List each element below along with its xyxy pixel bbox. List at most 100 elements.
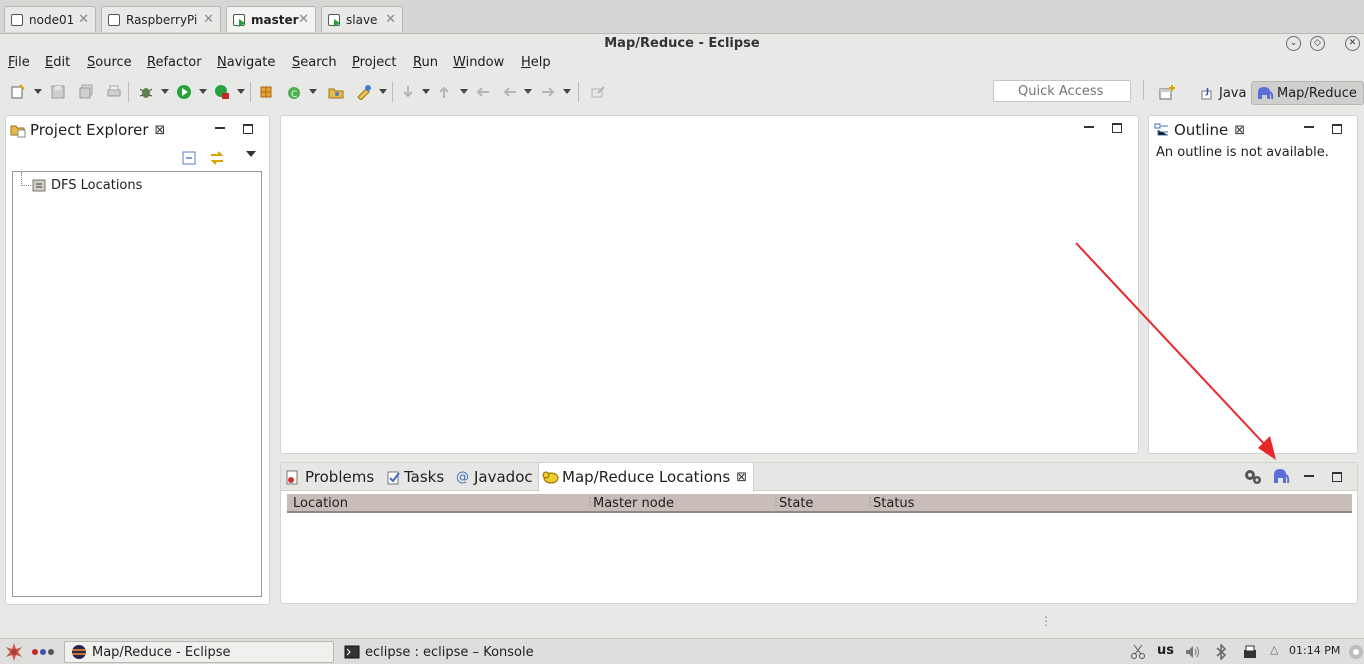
app-launcher-icon[interactable] bbox=[4, 642, 24, 662]
close-icon[interactable]: ⊠ bbox=[155, 123, 166, 138]
open-type-icon[interactable] bbox=[328, 84, 344, 100]
close-icon[interactable]: ✕ bbox=[298, 12, 309, 27]
menu-navigate[interactable]: Navigate bbox=[217, 55, 275, 70]
minimize-window-button[interactable]: ⌄ bbox=[1286, 36, 1301, 51]
keyboard-layout-indicator[interactable]: us bbox=[1157, 643, 1174, 658]
new-class-dropdown-icon[interactable] bbox=[309, 89, 317, 94]
quick-access-input[interactable] bbox=[993, 80, 1131, 102]
close-icon[interactable]: ✕ bbox=[385, 12, 396, 27]
outline-icon bbox=[1154, 123, 1168, 135]
run-icon[interactable] bbox=[176, 84, 192, 100]
menu-search[interactable]: Search bbox=[292, 55, 337, 70]
tab-problems[interactable]: Problems bbox=[285, 464, 374, 490]
menu-project[interactable]: Project bbox=[352, 55, 397, 70]
open-task-icon[interactable] bbox=[356, 84, 372, 100]
next-annotation-dropdown-icon[interactable] bbox=[422, 89, 430, 94]
column-header-location[interactable]: Location bbox=[293, 495, 348, 512]
tree-item-dfs-locations[interactable]: DFS Locations bbox=[31, 177, 142, 193]
run-dropdown-icon[interactable] bbox=[199, 89, 207, 94]
open-perspective-icon[interactable] bbox=[1159, 85, 1175, 101]
open-task-dropdown-icon[interactable] bbox=[379, 89, 387, 94]
tray-expand-icon[interactable]: △ bbox=[1270, 643, 1278, 656]
maximize-icon[interactable] bbox=[1332, 472, 1342, 482]
toolbar-separator bbox=[392, 82, 393, 102]
new-icon[interactable] bbox=[10, 84, 26, 100]
new-dropdown-icon[interactable] bbox=[34, 89, 42, 94]
perspective-mapreduce[interactable]: Map/Reduce bbox=[1251, 81, 1364, 105]
scissors-icon[interactable] bbox=[1130, 644, 1146, 660]
menu-help[interactable]: Help bbox=[521, 55, 551, 70]
minimize-icon[interactable] bbox=[1084, 126, 1094, 128]
clock[interactable]: 01:14 PM bbox=[1289, 644, 1340, 657]
pin-editor-icon[interactable] bbox=[590, 84, 606, 100]
maximize-icon[interactable] bbox=[1332, 124, 1342, 134]
vnc-tab-label: master bbox=[251, 12, 299, 27]
tab-mapreduce-locations[interactable]: Map/Reduce Locations ⊠ bbox=[542, 464, 747, 490]
taskbar-task-eclipse[interactable]: Map/Reduce - Eclipse bbox=[64, 641, 334, 663]
tab-project-explorer[interactable]: Project Explorer ⊠ bbox=[10, 117, 165, 143]
print-icon[interactable] bbox=[106, 84, 122, 100]
new-java-class-icon[interactable]: C bbox=[286, 84, 302, 100]
menu-edit[interactable]: Edit bbox=[45, 55, 70, 70]
collapse-all-icon[interactable] bbox=[182, 151, 196, 165]
forward-dropdown-icon[interactable] bbox=[563, 89, 571, 94]
vnc-tab-raspberrypi[interactable]: RaspberryPi ✕ bbox=[101, 6, 221, 32]
close-window-button[interactable]: ✕ bbox=[1345, 36, 1360, 51]
task-label: eclipse : eclipse – Konsole bbox=[365, 644, 534, 660]
elephant-icon bbox=[1258, 87, 1274, 100]
menu-run[interactable]: Run bbox=[413, 55, 438, 70]
previous-annotation-icon[interactable] bbox=[436, 84, 452, 100]
menu-refactor[interactable]: Refactor bbox=[147, 55, 202, 70]
column-header-status[interactable]: Status bbox=[873, 495, 914, 512]
maximize-icon[interactable] bbox=[1112, 123, 1122, 133]
new-java-package-icon[interactable] bbox=[258, 84, 274, 100]
notifications-icon[interactable] bbox=[1348, 644, 1364, 660]
forward-icon[interactable] bbox=[540, 84, 556, 100]
pager-icon[interactable] bbox=[31, 648, 55, 656]
menu-file[interactable]: File bbox=[8, 55, 30, 70]
maximize-icon[interactable] bbox=[243, 124, 253, 134]
close-icon[interactable]: ✕ bbox=[203, 12, 214, 27]
last-edit-location-icon[interactable] bbox=[475, 84, 491, 100]
toolbar-separator bbox=[578, 82, 579, 102]
back-dropdown-icon[interactable] bbox=[524, 89, 532, 94]
close-icon[interactable]: ⊠ bbox=[1234, 123, 1245, 138]
minimize-icon[interactable] bbox=[215, 127, 225, 129]
perspective-java[interactable]: J Java bbox=[1196, 81, 1252, 105]
close-icon[interactable]: ✕ bbox=[78, 12, 89, 27]
column-header-master-node[interactable]: Master node bbox=[593, 495, 674, 512]
next-annotation-icon[interactable] bbox=[400, 84, 416, 100]
maximize-window-button[interactable]: ◇ bbox=[1310, 36, 1325, 51]
taskbar-task-konsole[interactable]: eclipse : eclipse – Konsole bbox=[338, 641, 608, 663]
trim-stack-handle[interactable]: ⋮ bbox=[1040, 614, 1052, 628]
annotation-arrow bbox=[1075, 242, 1276, 460]
save-all-icon[interactable] bbox=[78, 84, 94, 100]
elephant-icon[interactable] bbox=[1272, 467, 1290, 485]
minimize-icon[interactable] bbox=[1304, 126, 1314, 128]
column-header-state[interactable]: State bbox=[779, 495, 813, 512]
bluetooth-icon[interactable] bbox=[1213, 644, 1229, 660]
external-tools-dropdown-icon[interactable] bbox=[237, 89, 245, 94]
minimize-icon[interactable] bbox=[1304, 475, 1314, 477]
debug-icon[interactable] bbox=[138, 84, 154, 100]
close-icon[interactable]: ⊠ bbox=[736, 470, 747, 485]
new-hadoop-location-icon[interactable] bbox=[1244, 468, 1262, 485]
tab-tasks[interactable]: Tasks bbox=[386, 464, 444, 490]
menu-window[interactable]: Window bbox=[453, 55, 504, 70]
external-tools-icon[interactable] bbox=[214, 84, 230, 100]
vnc-tab-label: slave bbox=[346, 12, 378, 27]
printer-tray-icon[interactable] bbox=[1242, 644, 1258, 660]
save-icon[interactable] bbox=[50, 84, 66, 100]
vnc-tab-master[interactable]: master ✕ bbox=[226, 6, 316, 32]
volume-icon[interactable] bbox=[1184, 644, 1200, 660]
tab-outline[interactable]: Outline ⊠ bbox=[1154, 117, 1245, 143]
debug-dropdown-icon[interactable] bbox=[161, 89, 169, 94]
previous-annotation-dropdown-icon[interactable] bbox=[460, 89, 468, 94]
link-with-editor-icon[interactable] bbox=[209, 150, 225, 166]
view-menu-icon[interactable] bbox=[246, 151, 256, 157]
back-icon[interactable] bbox=[502, 84, 518, 100]
vnc-tab-slave[interactable]: slave ✕ bbox=[321, 6, 403, 32]
tab-javadoc[interactable]: @ Javadoc bbox=[456, 464, 533, 490]
vnc-tab-node01[interactable]: node01 ✕ bbox=[4, 6, 96, 32]
menu-source[interactable]: Source bbox=[87, 55, 132, 70]
